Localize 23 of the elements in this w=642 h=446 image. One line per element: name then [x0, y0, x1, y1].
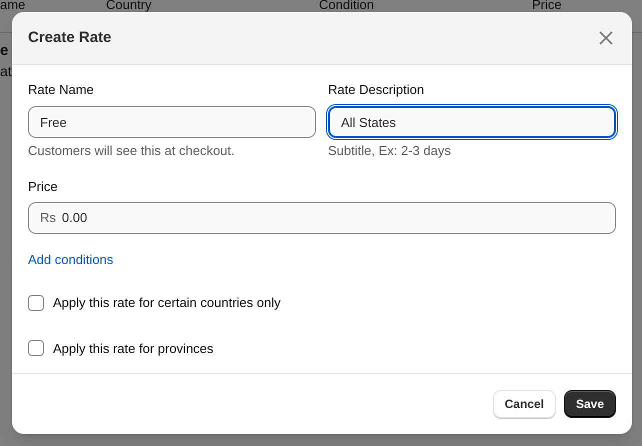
row-text: e [0, 41, 8, 61]
field-label: Rate Description [328, 81, 424, 99]
input-field[interactable]: Free [28, 106, 316, 138]
field-label: Rate Name [28, 81, 94, 99]
field-value: 0.00 [62, 209, 88, 228]
input-field[interactable]: All States [328, 106, 616, 138]
help-text: Customers will see this at checkout. [28, 142, 235, 160]
checkbox[interactable] [28, 340, 44, 356]
checkbox-label: Apply this rate for certain countries only [53, 294, 281, 312]
save-button[interactable]: Save [564, 390, 616, 418]
cancel-button[interactable]: Cancel [492, 390, 556, 418]
dialog-title: Create Rate [28, 28, 112, 48]
row-text: at [0, 62, 12, 81]
checkbox[interactable] [28, 294, 44, 311]
close-icon [599, 31, 613, 45]
currency-prefix: Rs [40, 209, 56, 228]
column-header: ame [0, 0, 26, 11]
checkbox-label: Apply this rate for provinces [53, 340, 214, 358]
column-header: Country [106, 0, 152, 11]
price-field[interactable]: Rs 0.00 [28, 202, 616, 234]
add-conditions-link[interactable]: Add conditions [28, 251, 114, 269]
help-text: Subtitle, Ex: 2-3 days [328, 142, 451, 160]
field-label: Price [28, 178, 58, 196]
